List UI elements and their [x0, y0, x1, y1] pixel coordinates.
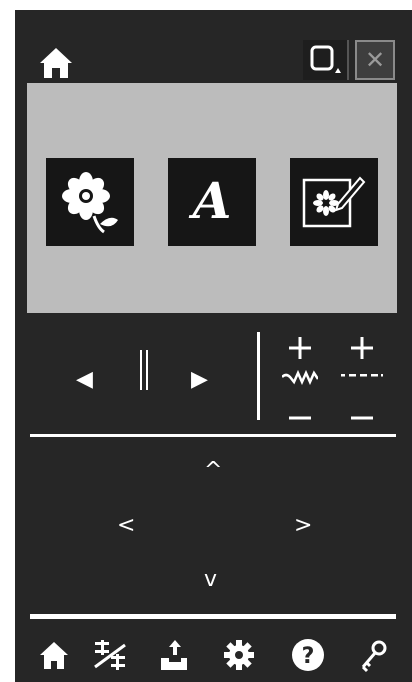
key-icon [361, 640, 387, 673]
home-icon [40, 48, 72, 78]
length-decrease-button[interactable] [349, 405, 375, 431]
settings-nav-button[interactable] [220, 636, 258, 674]
thread-nav-button[interactable] [91, 636, 129, 674]
help-icon: ? [292, 639, 324, 671]
edit-mode-tile[interactable] [290, 158, 378, 246]
home-icon [40, 642, 68, 669]
bottom-toolbar: ? [15, 622, 412, 682]
embroidery-mode-tile[interactable] [46, 158, 134, 246]
length-increase-button[interactable] [349, 335, 375, 361]
help-glyph: ? [302, 644, 315, 669]
home-button[interactable] [37, 44, 75, 82]
width-decrease-button[interactable] [287, 405, 313, 431]
zigzag-width-icon [282, 369, 318, 385]
section-divider-bottom [30, 614, 396, 619]
home-nav-button[interactable] [35, 636, 73, 674]
move-down-button[interactable]: v [204, 569, 217, 591]
thread-icon [94, 640, 126, 670]
flower-icon [62, 172, 118, 234]
hoop-frame-icon [310, 45, 341, 73]
move-up-button[interactable]: ^ [204, 460, 222, 482]
design-edit-icon [302, 176, 366, 228]
controls-divider [257, 332, 260, 420]
settings-icon [224, 640, 254, 670]
device-panel: ✕ A ◀ ▶ ^ < > v ? [15, 10, 412, 682]
pause-icon [140, 350, 148, 390]
move-right-button[interactable]: > [294, 515, 312, 537]
stitch-controls: ◀ ▶ [15, 313, 412, 438]
hoop-frame-button[interactable] [303, 40, 349, 80]
section-divider-top [30, 434, 396, 437]
width-increase-button[interactable] [287, 335, 313, 361]
font-letter-icon: A [189, 171, 232, 230]
export-icon [161, 640, 187, 670]
move-left-button[interactable]: < [117, 515, 135, 537]
export-nav-button[interactable] [155, 636, 193, 674]
help-nav-button[interactable]: ? [289, 636, 327, 674]
stitch-length-icon [341, 374, 383, 377]
font-letter-a: A [189, 171, 232, 230]
text-mode-tile[interactable]: A [168, 158, 256, 246]
step-forward-button[interactable]: ▶ [191, 369, 208, 391]
step-back-button[interactable]: ◀ [76, 369, 93, 391]
close-button[interactable]: ✕ [355, 40, 395, 80]
mode-selection-panel: A [27, 83, 397, 313]
key-nav-button[interactable] [355, 636, 393, 674]
pause-button[interactable] [138, 350, 150, 390]
close-icon: ✕ [364, 46, 386, 74]
